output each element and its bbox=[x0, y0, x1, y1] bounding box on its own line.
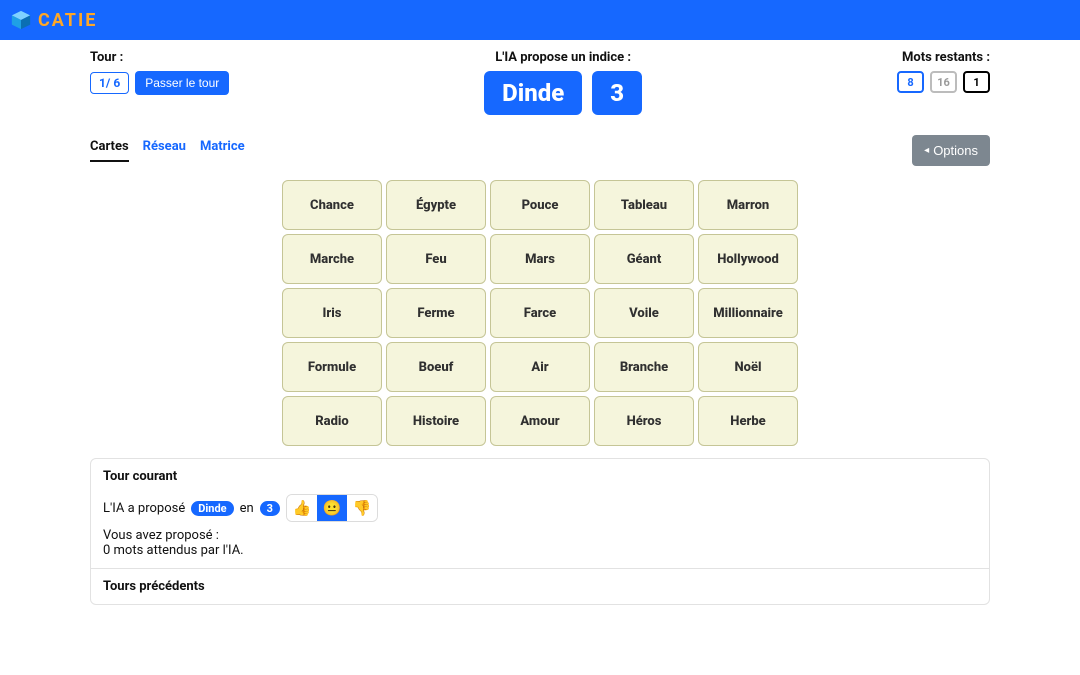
remaining-label: Mots restants : bbox=[902, 50, 990, 65]
word-card[interactable]: Formule bbox=[282, 342, 382, 392]
word-card[interactable]: Feu bbox=[386, 234, 486, 284]
word-card[interactable]: Air bbox=[490, 342, 590, 392]
remaining-neutral: 16 bbox=[930, 71, 957, 93]
word-card[interactable]: Amour bbox=[490, 396, 590, 446]
word-card[interactable]: Farce bbox=[490, 288, 590, 338]
word-card[interactable]: Boeuf bbox=[386, 342, 486, 392]
react-down-button[interactable]: 👎 bbox=[347, 495, 377, 521]
word-card[interactable]: Noël bbox=[698, 342, 798, 392]
react-neutral-button[interactable]: 😐 bbox=[317, 495, 347, 521]
word-card[interactable]: Marron bbox=[698, 180, 798, 230]
options-label: Options bbox=[933, 143, 978, 158]
word-card[interactable]: Pouce bbox=[490, 180, 590, 230]
reaction-group: 👍 😐 👎 bbox=[286, 494, 378, 522]
you-proposed-label: Vous avez proposé : bbox=[103, 528, 977, 543]
brand[interactable]: CATIE bbox=[10, 9, 97, 31]
proposed-count-chip: 3 bbox=[260, 501, 280, 516]
tabs-row: Cartes Réseau Matrice ◂ Options bbox=[90, 135, 990, 166]
expected-count-label: 0 mots attendus par l'IA. bbox=[103, 543, 977, 558]
main-container: Tour : 1/ 6 Passer le tour L'IA propose … bbox=[90, 40, 990, 605]
clue-count: 3 bbox=[592, 71, 642, 115]
card-grid: Chance Égypte Pouce Tableau Marron March… bbox=[90, 180, 990, 446]
turn-block: Tour : 1/ 6 Passer le tour bbox=[90, 50, 229, 95]
brand-name: CATIE bbox=[38, 10, 97, 31]
tab-matrix[interactable]: Matrice bbox=[200, 139, 245, 162]
clue-header: L'IA propose un indice : bbox=[495, 50, 631, 65]
word-card[interactable]: Hollywood bbox=[698, 234, 798, 284]
word-card[interactable]: Égypte bbox=[386, 180, 486, 230]
tab-network[interactable]: Réseau bbox=[143, 139, 186, 162]
tab-cards[interactable]: Cartes bbox=[90, 139, 129, 162]
react-up-button[interactable]: 👍 bbox=[287, 495, 317, 521]
word-card[interactable]: Branche bbox=[594, 342, 694, 392]
current-turn-title: Tour courant bbox=[103, 469, 977, 484]
options-button[interactable]: ◂ Options bbox=[912, 135, 990, 166]
word-card[interactable]: Voile bbox=[594, 288, 694, 338]
clue-word: Dinde bbox=[484, 71, 582, 115]
turn-counter: 1/ 6 bbox=[90, 72, 129, 94]
word-card[interactable]: Iris bbox=[282, 288, 382, 338]
word-card[interactable]: Chance bbox=[282, 180, 382, 230]
proposed-joiner: en bbox=[240, 501, 254, 516]
previous-turns-title: Tours précédents bbox=[103, 579, 977, 594]
clue-block: L'IA propose un indice : Dinde 3 bbox=[229, 50, 897, 115]
word-card[interactable]: Histoire bbox=[386, 396, 486, 446]
top-bar: CATIE bbox=[0, 0, 1080, 40]
view-tabs: Cartes Réseau Matrice bbox=[90, 139, 245, 162]
turn-panel: Tour courant L'IA a proposé Dinde en 3 👍… bbox=[90, 458, 990, 605]
word-card[interactable]: Radio bbox=[282, 396, 382, 446]
word-card[interactable]: Géant bbox=[594, 234, 694, 284]
turn-label: Tour : bbox=[90, 50, 123, 65]
proposed-word-chip: Dinde bbox=[191, 501, 233, 516]
chevron-left-icon: ◂ bbox=[924, 145, 929, 156]
proposed-prefix: L'IA a proposé bbox=[103, 501, 185, 516]
remaining-blue: 8 bbox=[897, 71, 924, 93]
word-card[interactable]: Millionnaire bbox=[698, 288, 798, 338]
word-card[interactable]: Tableau bbox=[594, 180, 694, 230]
remaining-block: Mots restants : 8 16 1 bbox=[897, 50, 990, 93]
cube-icon bbox=[10, 9, 32, 31]
status-row: Tour : 1/ 6 Passer le tour L'IA propose … bbox=[90, 50, 990, 115]
skip-turn-button[interactable]: Passer le tour bbox=[135, 71, 229, 95]
word-card[interactable]: Marche bbox=[282, 234, 382, 284]
word-card[interactable]: Herbe bbox=[698, 396, 798, 446]
word-card[interactable]: Ferme bbox=[386, 288, 486, 338]
remaining-black: 1 bbox=[963, 71, 990, 93]
word-card[interactable]: Mars bbox=[490, 234, 590, 284]
word-card[interactable]: Héros bbox=[594, 396, 694, 446]
